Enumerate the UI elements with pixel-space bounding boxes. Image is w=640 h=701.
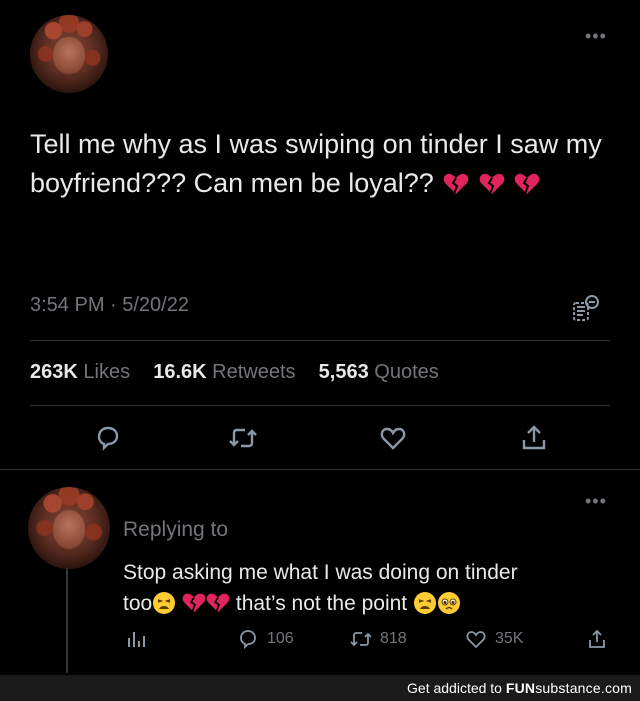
like-count: 35K <box>495 630 524 647</box>
quotes-count: 5,563 <box>318 361 369 383</box>
quotes-label: Quotes <box>374 361 439 383</box>
broken-heart-icon <box>515 173 540 195</box>
like-button[interactable]: 35K <box>465 628 523 650</box>
reply-avatar[interactable] <box>28 487 110 569</box>
broken-heart-icon <box>443 173 469 195</box>
footer-brand-normal: substance <box>535 680 601 696</box>
likes-count: 263K <box>30 361 78 383</box>
reply-point-text: that’s not the point <box>235 592 408 615</box>
thread-line <box>66 568 68 673</box>
broken-heart-icon <box>479 173 505 195</box>
retweets-count: 16.6K <box>153 361 207 383</box>
broken-heart-icon <box>182 593 206 613</box>
reply-icon <box>97 426 119 451</box>
footer-brand[interactable]: FUNsubstance.com <box>506 680 632 696</box>
share-icon <box>589 629 605 648</box>
reply-button[interactable] <box>93 423 123 453</box>
tweet-text: Tell me why as I was swiping on tinder I… <box>30 125 615 203</box>
more-dots-icon[interactable]: ••• <box>585 27 607 45</box>
share-icon <box>522 425 546 450</box>
retweet-icon <box>229 428 257 448</box>
like-icon <box>466 631 486 649</box>
weary-face-icon <box>413 592 436 614</box>
divider <box>0 469 640 470</box>
replying-to-label: Replying to <box>123 518 229 541</box>
like-icon <box>380 427 406 450</box>
share-button[interactable] <box>519 423 549 453</box>
reply-actions-bar: 106 818 35K <box>0 626 640 656</box>
analytics-icon[interactable] <box>571 294 601 324</box>
avatar[interactable] <box>30 15 108 93</box>
weary-face-icon <box>153 592 176 614</box>
like-button[interactable] <box>378 423 408 453</box>
retweet-count: 818 <box>380 630 407 647</box>
stats-icon <box>128 632 145 647</box>
likes-label: Likes <box>83 361 131 383</box>
divider <box>30 340 610 341</box>
retweets-label: Retweets <box>212 361 296 383</box>
more-dots-icon[interactable]: ••• <box>585 492 607 510</box>
tweet-timestamp[interactable]: 3:54 PM · 5/20/22 <box>30 294 189 317</box>
tweet-stats: 263K Likes 16.6K Retweets 5,563 Quotes <box>30 361 439 384</box>
reply-line-1: Stop asking me what I was doing on tinde… <box>123 561 518 584</box>
view-stats-button[interactable] <box>125 628 147 650</box>
broken-heart-icon <box>206 593 230 613</box>
screenshot-page: ••• Tell me why as I was swiping on tind… <box>0 0 640 701</box>
retweet-button[interactable]: 818 <box>350 628 407 650</box>
watermark-footer: Get addicted to FUNsubstance.com <box>0 675 640 701</box>
pleading-face-icon <box>437 592 460 614</box>
reply-text: Stop asking me what I was doing on tinde… <box>123 557 623 619</box>
share-button[interactable] <box>586 628 608 650</box>
retweet-icon <box>350 632 372 647</box>
reply-count: 106 <box>267 630 294 647</box>
avatar-face-graphic <box>53 36 85 75</box>
footer-brand-bold: FUN <box>505 680 536 696</box>
reply-line-2: too that’s not the point <box>123 588 623 619</box>
retweet-button[interactable] <box>228 423 258 453</box>
reply-icon <box>240 630 256 650</box>
divider <box>30 405 610 406</box>
reply-button[interactable]: 106 <box>237 628 294 650</box>
footer-brand-tail: .com <box>600 680 632 696</box>
footer-lead: Get addicted to <box>407 680 506 696</box>
reply-word-too: too <box>123 592 153 615</box>
